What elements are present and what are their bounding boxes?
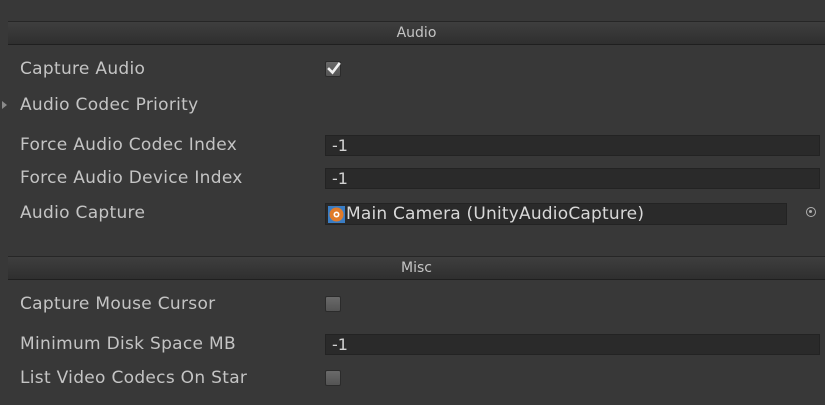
list-video-codecs-label: List Video Codecs On Star [20, 368, 248, 388]
list-video-codecs-row: List Video Codecs On Star [0, 366, 825, 390]
force-audio-device-index-row: Force Audio Device Index -1 [0, 166, 825, 190]
audio-capture-row: Audio Capture Main Camera (UnityAudioCap… [0, 201, 825, 225]
object-picker-icon[interactable] [806, 207, 816, 217]
audio-codec-priority-label[interactable]: Audio Codec Priority [20, 93, 318, 117]
list-video-codecs-checkbox[interactable] [325, 370, 341, 386]
force-audio-codec-index-label: Force Audio Codec Index [20, 135, 238, 155]
minimum-disk-space-label: Minimum Disk Space MB [20, 334, 236, 354]
minimum-disk-space-field[interactable]: -1 [325, 334, 820, 355]
audio-capture-label: Audio Capture [20, 203, 146, 223]
minimum-disk-space-row: Minimum Disk Space MB -1 [0, 332, 825, 356]
capture-audio-checkbox[interactable] [325, 61, 341, 77]
capture-mouse-cursor-label: Capture Mouse Cursor [20, 294, 216, 314]
audio-capture-value: Main Camera (UnityAudioCapture) [346, 204, 645, 224]
capture-audio-row: Capture Audio [0, 57, 825, 81]
foldout-arrow-icon[interactable] [2, 101, 7, 109]
checkmark-icon [327, 62, 341, 75]
audio-capture-object-field[interactable]: Main Camera (UnityAudioCapture) [325, 203, 787, 225]
gameobject-audio-icon [328, 206, 345, 223]
force-audio-device-index-label: Force Audio Device Index [20, 168, 243, 188]
force-audio-codec-index-row: Force Audio Codec Index -1 [0, 133, 825, 157]
audio-section-title: Audio [396, 25, 437, 41]
misc-section-title: Misc [401, 260, 432, 276]
force-audio-device-index-field[interactable]: -1 [325, 168, 820, 189]
capture-audio-label: Capture Audio [20, 59, 146, 79]
inspector-panel: Audio Capture Audio Audio Codec Priority… [0, 0, 825, 405]
force-audio-codec-index-field[interactable]: -1 [325, 135, 820, 156]
audio-codec-priority-row[interactable]: Audio Codec Priority [0, 93, 825, 117]
audio-section-header[interactable]: Audio [8, 21, 825, 45]
capture-mouse-cursor-checkbox[interactable] [325, 296, 341, 312]
misc-section-header[interactable]: Misc [8, 256, 825, 280]
capture-mouse-cursor-row: Capture Mouse Cursor [0, 292, 825, 316]
